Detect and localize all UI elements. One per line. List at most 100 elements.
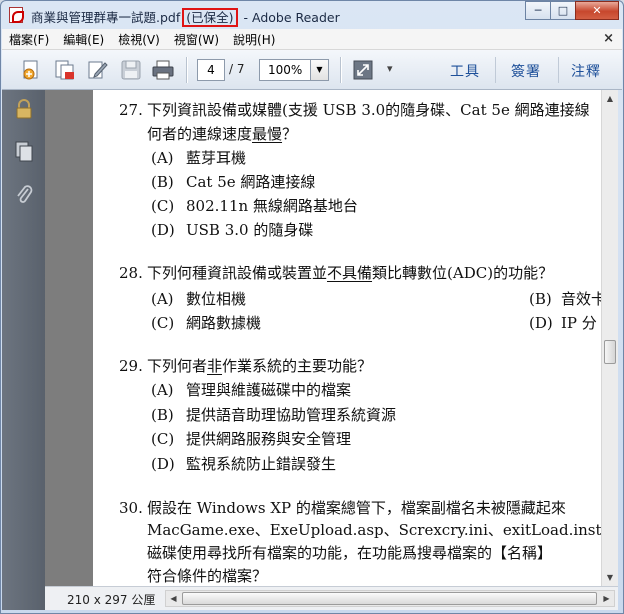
question-28: 28. 下列何種資訊設備或裝置並不具備類比轉數位(ADC)的功能？ xyxy=(119,261,553,285)
menu-help[interactable]: 說明(H) xyxy=(226,31,282,48)
option-text: 提供語音助理協助管理系統資源 xyxy=(186,406,397,424)
scroll-left-arrow-icon[interactable]: ◀ xyxy=(166,591,181,606)
option-label: (C) xyxy=(151,430,175,448)
option-text: 音效卡 xyxy=(561,290,601,308)
question-text: 下列何者 xyxy=(147,357,208,375)
option-a: (A) 數位相機 xyxy=(151,287,246,311)
option-text: 數位相機 xyxy=(186,290,247,308)
file-name: 商業與管理群專一試題.pdf xyxy=(31,10,181,25)
option-c: (C) 提供網路服務與安全管理 xyxy=(151,427,351,451)
attachment-paperclip-icon[interactable] xyxy=(13,183,35,205)
menu-file[interactable]: 檔案(F) xyxy=(2,31,56,48)
window-controls: ─ □ ✕ xyxy=(525,1,619,21)
combine-files-icon[interactable] xyxy=(53,58,77,82)
question-30-line4: 符合條件的檔案？ xyxy=(147,567,268,585)
question-text: 何者的連線速度 xyxy=(147,125,253,143)
document-close-button[interactable]: × xyxy=(603,31,614,46)
emphasis-text: 不具備 xyxy=(327,264,373,282)
scroll-right-arrow-icon[interactable]: ▶ xyxy=(599,591,614,606)
emphasis-text: 非 xyxy=(207,357,223,375)
option-b: (B) Cat 5e 網路連接線 xyxy=(151,170,315,194)
page-number-input[interactable]: 4 xyxy=(197,59,225,81)
fit-page-icon[interactable] xyxy=(351,58,375,82)
toolbar: 4 / 7 100% ▼ ▾ 工具 簽署 注釋 xyxy=(2,50,622,90)
minimize-button[interactable]: ─ xyxy=(525,1,551,20)
option-label: (B) xyxy=(151,173,174,191)
lock-icon[interactable] xyxy=(13,98,35,120)
sign-button[interactable]: 簽署 xyxy=(511,61,541,81)
option-text: IP 分 xyxy=(561,314,597,332)
option-text: 802.11n 無線網路基地台 xyxy=(186,197,358,215)
horizontal-scroll-thumb[interactable] xyxy=(182,592,597,605)
option-label: (B) xyxy=(529,290,552,308)
option-label: (D) xyxy=(151,455,175,473)
edit-pen-icon[interactable] xyxy=(86,58,110,82)
scroll-down-arrow-icon[interactable]: ▼ xyxy=(602,569,618,586)
save-disk-icon[interactable] xyxy=(119,58,143,82)
page-total: / 7 xyxy=(229,62,245,76)
question-29: 29. 下列何者非作業系統的主要功能？ xyxy=(119,354,372,378)
toolbar-divider xyxy=(558,57,559,83)
menu-window[interactable]: 視窗(W) xyxy=(167,31,226,48)
toolbar-separator xyxy=(340,57,341,83)
option-label: (B) xyxy=(151,406,174,424)
option-d: (D) IP 分 xyxy=(529,311,597,335)
question-text: 下列資訊設備或媒體(支援 USB 3.0的隨身碟、Cat 5e 網路連接線 xyxy=(147,101,590,119)
option-a: (A) 藍芽耳機 xyxy=(151,146,246,170)
close-button[interactable]: ✕ xyxy=(575,1,619,20)
window-title: 商業與管理群專一試題.pdf (已保全) - Adobe Reader xyxy=(31,7,340,27)
question-30-line3: 磁碟使用尋找所有檔案的功能，在功能爲搜尋檔案的【名稱】 xyxy=(147,544,553,562)
option-label: (D) xyxy=(529,314,553,332)
pages-icon[interactable] xyxy=(13,140,35,162)
more-tools-icon[interactable]: ▾ xyxy=(387,62,393,75)
option-label: (C) xyxy=(151,314,175,332)
toolbar-separator xyxy=(186,57,187,83)
document-viewport[interactable]: 27. 下列資訊設備或媒體(支援 USB 3.0的隨身碟、Cat 5e 網路連接線… xyxy=(45,90,601,586)
option-b: (B) 提供語音助理協助管理系統資源 xyxy=(151,403,396,427)
navigation-pane xyxy=(2,90,45,610)
option-text: 藍芽耳機 xyxy=(186,149,247,167)
status-bar: 210 x 297 公厘 ◀ ▶ xyxy=(45,586,618,610)
menu-edit[interactable]: 編輯(E) xyxy=(56,31,111,48)
chevron-down-icon[interactable]: ▼ xyxy=(310,60,328,80)
option-text: Cat 5e 網路連接線 xyxy=(186,173,316,191)
comment-button[interactable]: 注釋 xyxy=(571,61,601,81)
print-icon[interactable] xyxy=(151,58,175,82)
vertical-scroll-thumb[interactable] xyxy=(604,340,616,364)
menu-bar: 檔案(F) 編輯(E) 檢視(V) 視窗(W) 說明(H) × xyxy=(2,29,622,50)
question-30: 30. 假設在 Windows XP 的檔案總管下，檔案副檔名未被隱藏起來 xyxy=(119,496,566,520)
menu-view[interactable]: 檢視(V) xyxy=(111,31,167,48)
option-label: (A) xyxy=(151,149,174,167)
option-text: USB 3.0 的隨身碟 xyxy=(186,221,314,239)
option-text: 監視系統防止錯誤發生 xyxy=(186,455,337,473)
option-label: (A) xyxy=(151,290,174,308)
question-text: 類比轉數位(ADC)的功能？ xyxy=(372,264,554,282)
option-c: (C) 802.11n 無線網路基地台 xyxy=(151,194,358,218)
question-text: 下列何種資訊設備或裝置並 xyxy=(147,264,328,282)
page-size-label: 210 x 297 公厘 xyxy=(67,593,156,607)
toolbar-divider xyxy=(495,57,496,83)
app-name: Adobe Reader xyxy=(251,10,340,25)
question-number: 29. xyxy=(119,357,143,375)
create-pdf-icon[interactable] xyxy=(20,58,44,82)
question-text: 假設在 Windows XP 的檔案總管下，檔案副檔名未被隱藏起來 xyxy=(147,499,566,517)
question-number: 30. xyxy=(119,499,143,517)
vertical-scrollbar[interactable]: ▲ ▼ xyxy=(601,90,618,586)
option-d: (D) 監視系統防止錯誤發生 xyxy=(151,452,336,476)
app-window: 商業與管理群專一試題.pdf (已保全) - Adobe Reader ─ □ ✕… xyxy=(0,0,624,614)
maximize-button[interactable]: □ xyxy=(550,1,576,20)
question-27-line2: 何者的連線速度最慢？ xyxy=(147,122,297,146)
horizontal-scrollbar[interactable]: ◀ ▶ xyxy=(165,590,615,607)
question-27: 27. 下列資訊設備或媒體(支援 USB 3.0的隨身碟、Cat 5e 網路連接線 xyxy=(119,98,590,122)
title-bar[interactable]: 商業與管理群專一試題.pdf (已保全) - Adobe Reader ─ □ ✕ xyxy=(1,1,623,29)
option-text: 管理與維護磁碟中的檔案 xyxy=(186,381,352,399)
question-30-line2: MacGame.exe、ExeUpload.asp、Screxcry.ini、e… xyxy=(147,521,601,539)
question-number: 28. xyxy=(119,264,143,282)
question-text: 作業系統的主要功能？ xyxy=(222,357,373,375)
saved-status-tag: (已保全) xyxy=(182,8,238,27)
scroll-up-arrow-icon[interactable]: ▲ xyxy=(602,90,618,107)
tools-button[interactable]: 工具 xyxy=(450,61,480,81)
option-c: (C) 網路數據機 xyxy=(151,311,261,335)
zoom-select[interactable]: 100% ▼ xyxy=(259,59,329,81)
option-b: (B) 音效卡 xyxy=(529,287,601,311)
